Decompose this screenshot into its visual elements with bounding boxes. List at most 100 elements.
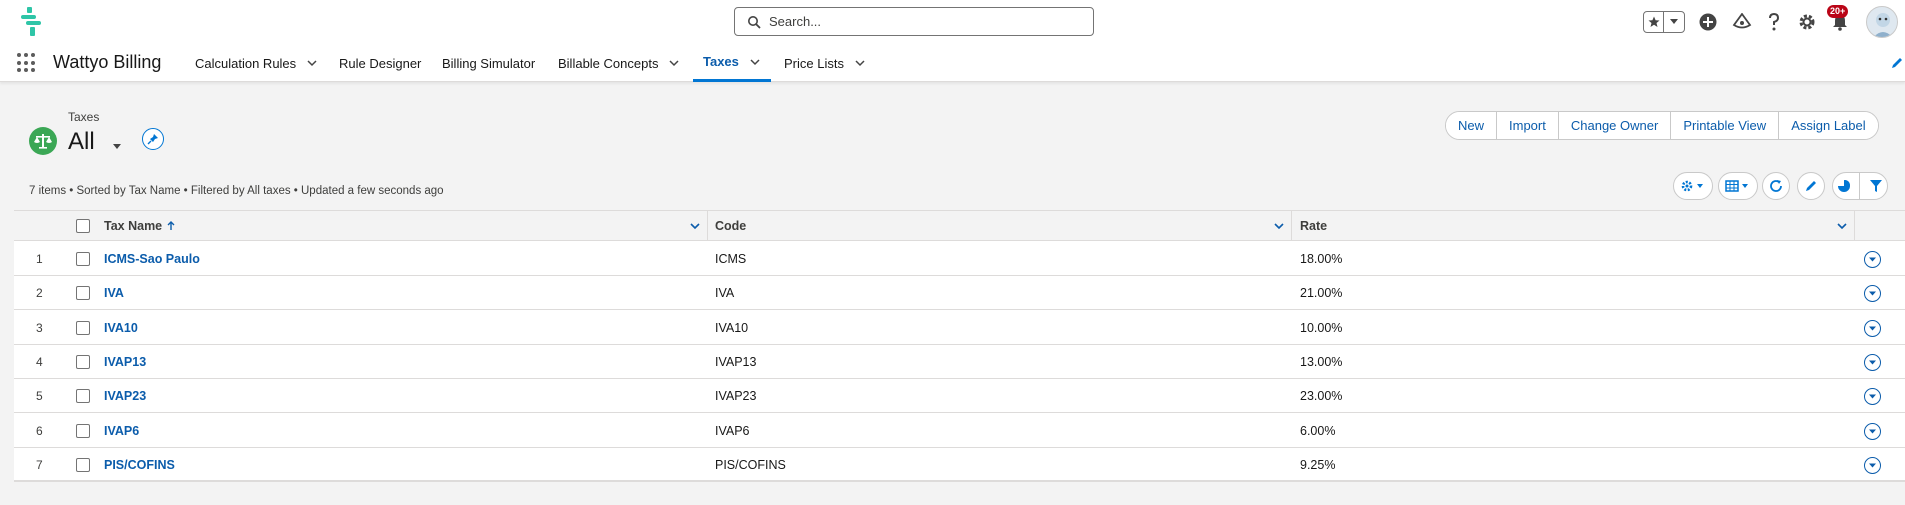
help-icon[interactable] [1763,11,1785,33]
row-select-checkbox[interactable] [76,457,90,472]
row-select-checkbox[interactable] [76,286,90,301]
code-cell: IVAP13 [715,354,757,369]
setup-gear-icon[interactable] [1796,11,1818,33]
import-button[interactable]: Import [1497,112,1559,139]
new-button[interactable]: New [1446,112,1498,139]
trailhead-guidance-icon[interactable] [1731,11,1753,33]
tab-billing-simulator[interactable]: Billing Simulator [442,44,535,82]
list-view-name[interactable]: All [68,128,95,156]
row-number: 7 [36,457,43,472]
column-label: Code [715,219,747,233]
row-select-checkbox[interactable] [76,354,90,369]
notification-count-badge: 20+ [1827,5,1849,18]
chart-icon[interactable] [1837,179,1851,193]
tab-label: Taxes [703,54,739,69]
rate-cell: 18.00% [1300,252,1343,266]
refresh-icon [1770,180,1782,192]
column-header-rate[interactable]: Rate [1300,211,1327,241]
rate-cell: 21.00% [1300,286,1343,301]
tab-label: Billable Concepts [558,55,659,71]
rate-cell: 9.25% [1300,457,1336,472]
favorites-menu-chevron-down-icon[interactable] [1664,19,1684,25]
row-number: 4 [36,354,43,369]
column-header-code[interactable]: Code [715,211,746,241]
row-select-checkbox[interactable] [76,252,90,266]
column-actions-chevron-down-icon[interactable] [1836,220,1848,232]
tab-label: Billing Simulator [442,55,536,71]
tax-name-link[interactable]: IVAP23 [104,379,146,413]
edit-nav-pencil-icon[interactable] [1890,56,1904,70]
tax-name-link[interactable]: IVAP6 [104,414,139,448]
row-number: 1 [36,252,43,266]
table-icon [1725,180,1748,192]
row-actions-chevron-down-icon[interactable] [1864,251,1881,268]
rate-cell: 23.00% [1300,389,1343,404]
table-row: 2 IVA IVA 21.00% [14,276,1905,311]
tax-name-link[interactable]: IVA10 [104,311,138,345]
chevron-down-icon[interactable] [668,57,680,69]
table-header: Tax Name Code Rate [14,211,1905,241]
rate-cell: 6.00% [1300,423,1336,438]
pin-list-view-button[interactable] [142,128,164,150]
global-actions-add-icon[interactable] [1697,11,1719,33]
filter-icon[interactable] [1869,179,1883,193]
code-cell: PIS/COFINS [715,457,786,472]
app-name: Wattyo Billing [53,52,162,72]
user-avatar[interactable] [1866,6,1898,38]
select-all-checkbox[interactable] [76,219,90,233]
change-owner-button[interactable]: Change Owner [1558,112,1672,139]
code-cell: IVA [715,286,735,301]
refresh-button[interactable] [1762,172,1790,200]
tab-label: Rule Designer [339,55,422,71]
sort-ascending-arrow-icon [167,221,175,230]
tab-billable-concepts[interactable]: Billable Concepts [558,44,680,82]
row-select-checkbox[interactable] [76,423,90,438]
row-actions-chevron-down-icon[interactable] [1864,285,1881,303]
tab-label: Calculation Rules [195,55,297,71]
row-actions-chevron-down-icon[interactable] [1864,353,1881,371]
assign-label-button[interactable]: Assign Label [1779,112,1878,139]
row-number: 6 [36,423,43,438]
code-cell: IVAP6 [715,423,750,438]
row-number: 5 [36,389,43,404]
tax-name-link[interactable]: PIS/COFINS [104,448,175,482]
list-view-controls-button[interactable] [1673,172,1713,200]
code-cell: IVAP23 [715,389,757,404]
chevron-down-icon[interactable] [854,57,866,69]
tab-price-lists[interactable]: Price Lists [784,44,866,82]
row-actions-chevron-down-icon[interactable] [1864,422,1881,440]
inline-edit-button[interactable] [1797,172,1825,200]
column-actions-chevron-down-icon[interactable] [1273,220,1285,232]
chevron-down-icon[interactable] [306,57,318,69]
gear-icon [1681,180,1703,192]
display-as-table-button[interactable] [1718,172,1758,200]
global-search-input[interactable]: Search... [734,7,1094,36]
tab-taxes[interactable]: Taxes [693,44,771,82]
tax-name-link[interactable]: IVAP13 [104,345,146,379]
app-logo-icon[interactable] [18,6,44,38]
row-select-checkbox[interactable] [76,389,90,404]
row-actions-chevron-down-icon[interactable] [1864,388,1881,406]
favorites-button[interactable] [1643,11,1685,33]
chevron-down-icon[interactable] [749,56,761,68]
tab-rule-designer[interactable]: Rule Designer [339,44,421,82]
row-actions-chevron-down-icon[interactable] [1864,456,1881,474]
list-view-switcher-chevron-down-icon[interactable] [111,140,123,152]
tax-name-link[interactable]: IVA [104,276,124,310]
column-header-tax-name[interactable]: Tax Name [104,211,176,241]
column-actions-chevron-down-icon[interactable] [689,220,701,232]
search-icon [748,15,761,29]
object-type-label: Taxes [68,110,100,124]
printable-view-button[interactable]: Printable View [1671,112,1780,139]
taxes-data-table: Tax Name Code Rate 1 ICMS-Sao Paulo ICMS 18… [14,210,1905,482]
table-row: 4 IVAP13 IVAP13 13.00% [14,345,1905,379]
tax-name-link[interactable]: ICMS-Sao Paulo [104,242,200,276]
app-launcher-waffle-icon[interactable] [17,53,37,73]
tab-calculation-rules[interactable]: Calculation Rules [195,44,318,82]
pin-icon [147,134,158,145]
table-row: 7 PIS/COFINS PIS/COFINS 9.25% [14,448,1905,482]
row-actions-chevron-down-icon[interactable] [1864,319,1881,337]
taxes-object-scale-icon [29,127,57,155]
row-select-checkbox[interactable] [76,320,90,335]
star-icon[interactable] [1644,12,1664,32]
